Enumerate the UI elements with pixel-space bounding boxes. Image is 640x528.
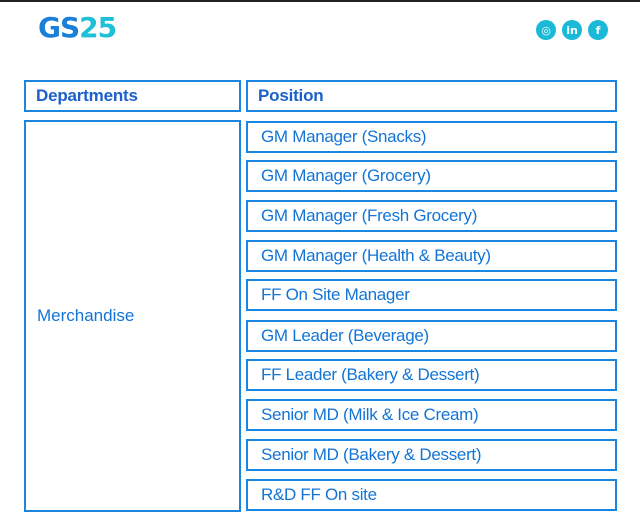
- position-cell: Senior MD (Milk & Ice Cream): [246, 399, 617, 431]
- logo-25-text: 25: [79, 11, 117, 44]
- social-links: ◎ in f: [536, 20, 608, 40]
- position-cell: FF On Site Manager: [246, 279, 617, 311]
- header-position: Position: [246, 80, 617, 112]
- position-cell: GM Manager (Snacks): [246, 121, 617, 153]
- position-cell: GM Manager (Grocery): [246, 160, 617, 192]
- instagram-icon[interactable]: ◎: [536, 20, 556, 40]
- position-cell: GM Manager (Health & Beauty): [246, 240, 617, 272]
- position-cell: GM Leader (Beverage): [246, 320, 617, 352]
- logo-gs-text: GS: [38, 11, 80, 44]
- linkedin-icon[interactable]: in: [562, 20, 582, 40]
- top-border-line: [0, 0, 640, 2]
- position-cell: FF Leader (Bakery & Dessert): [246, 359, 617, 391]
- position-cell: GM Manager (Fresh Grocery): [246, 200, 617, 232]
- facebook-icon[interactable]: f: [588, 20, 608, 40]
- department-cell-merchandise: Merchandise: [24, 120, 241, 512]
- gs25-logo: GS25: [38, 11, 117, 44]
- position-cell: Senior MD (Bakery & Dessert): [246, 439, 617, 471]
- header-departments: Departments: [24, 80, 241, 112]
- position-cell: R&D FF On site: [246, 479, 617, 511]
